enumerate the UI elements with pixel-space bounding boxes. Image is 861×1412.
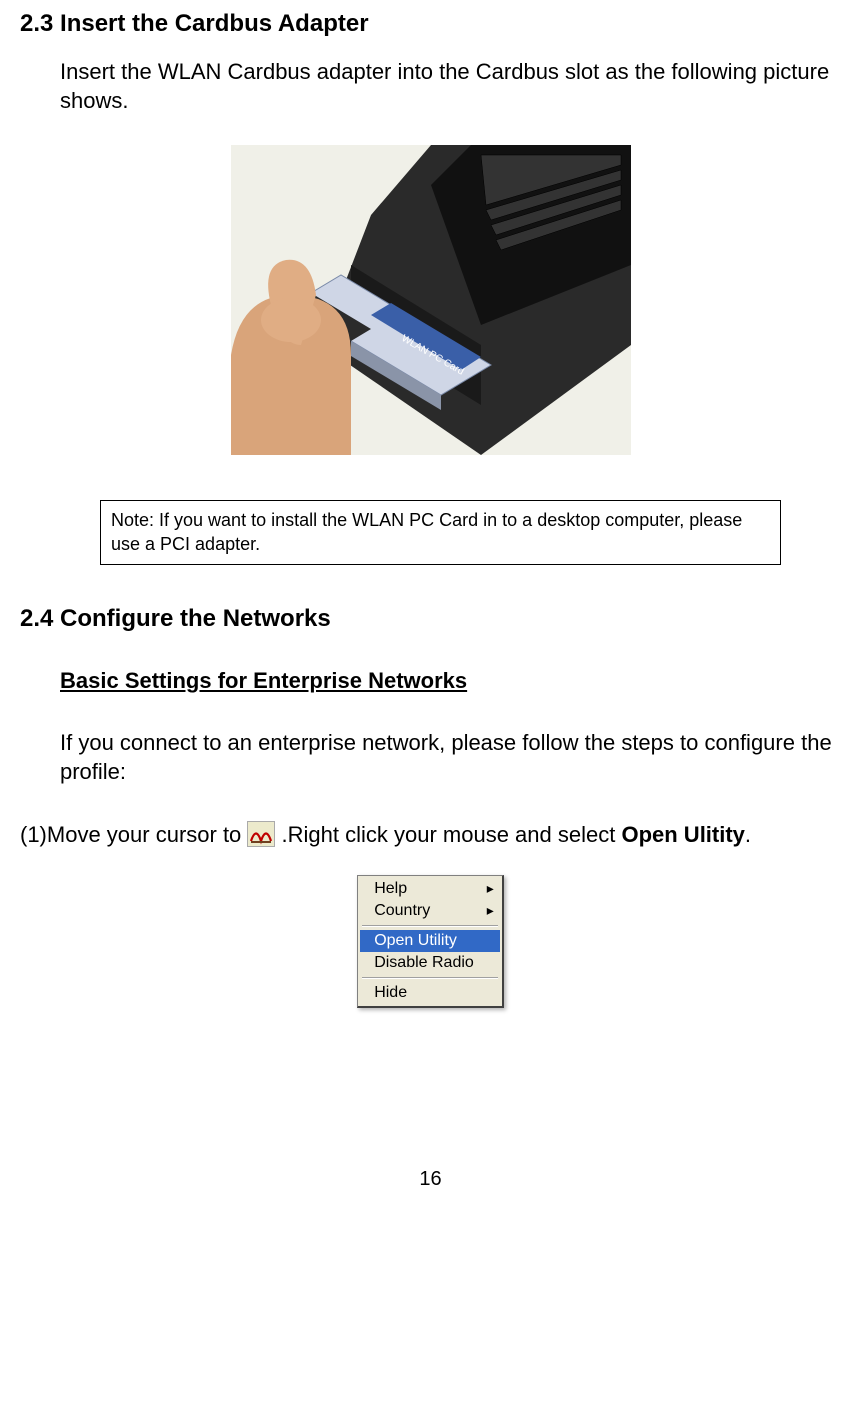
menu-item-hide[interactable]: Hide [360,982,500,1004]
wlan-tray-icon [247,821,275,847]
section-2-4-heading: 2.4 Configure the Networks [20,605,841,633]
cardbus-insert-illustration: WLAN PC Card [231,145,631,455]
context-menu-figure: Help Country Open Utility Disable Radio … [20,875,841,1008]
menu-item-disable-radio[interactable]: Disable Radio [360,952,500,974]
menu-item-country[interactable]: Country [360,900,500,922]
menu-item-open-utility[interactable]: Open Utility [360,930,500,952]
page-number: 16 [20,1168,841,1191]
step-1-mid: .Right click your mouse and select [282,822,622,847]
menu-separator-2 [362,977,498,979]
section-2-3-paragraph: Insert the WLAN Cardbus adapter into the… [60,58,841,115]
menu-item-help[interactable]: Help [360,878,500,900]
desktop-note-box: Note: If you want to install the WLAN PC… [100,500,781,565]
step-1-action-bold: Open Ulitity [621,822,744,847]
basic-settings-subheading: Basic Settings for Enterprise Networks [60,668,841,694]
section-2-4-paragraph: If you connect to an enterprise network,… [60,729,841,786]
step-1-suffix: . [745,822,751,847]
tray-context-menu: Help Country Open Utility Disable Radio … [357,875,504,1008]
step-1-line: (1)Move your cursor to .Right click your… [20,821,841,850]
step-1-prefix: (1)Move your cursor to [20,822,247,847]
cardbus-insert-figure: WLAN PC Card [20,145,841,460]
menu-separator-1 [362,925,498,927]
section-2-3-heading: 2.3 Insert the Cardbus Adapter [20,10,841,38]
